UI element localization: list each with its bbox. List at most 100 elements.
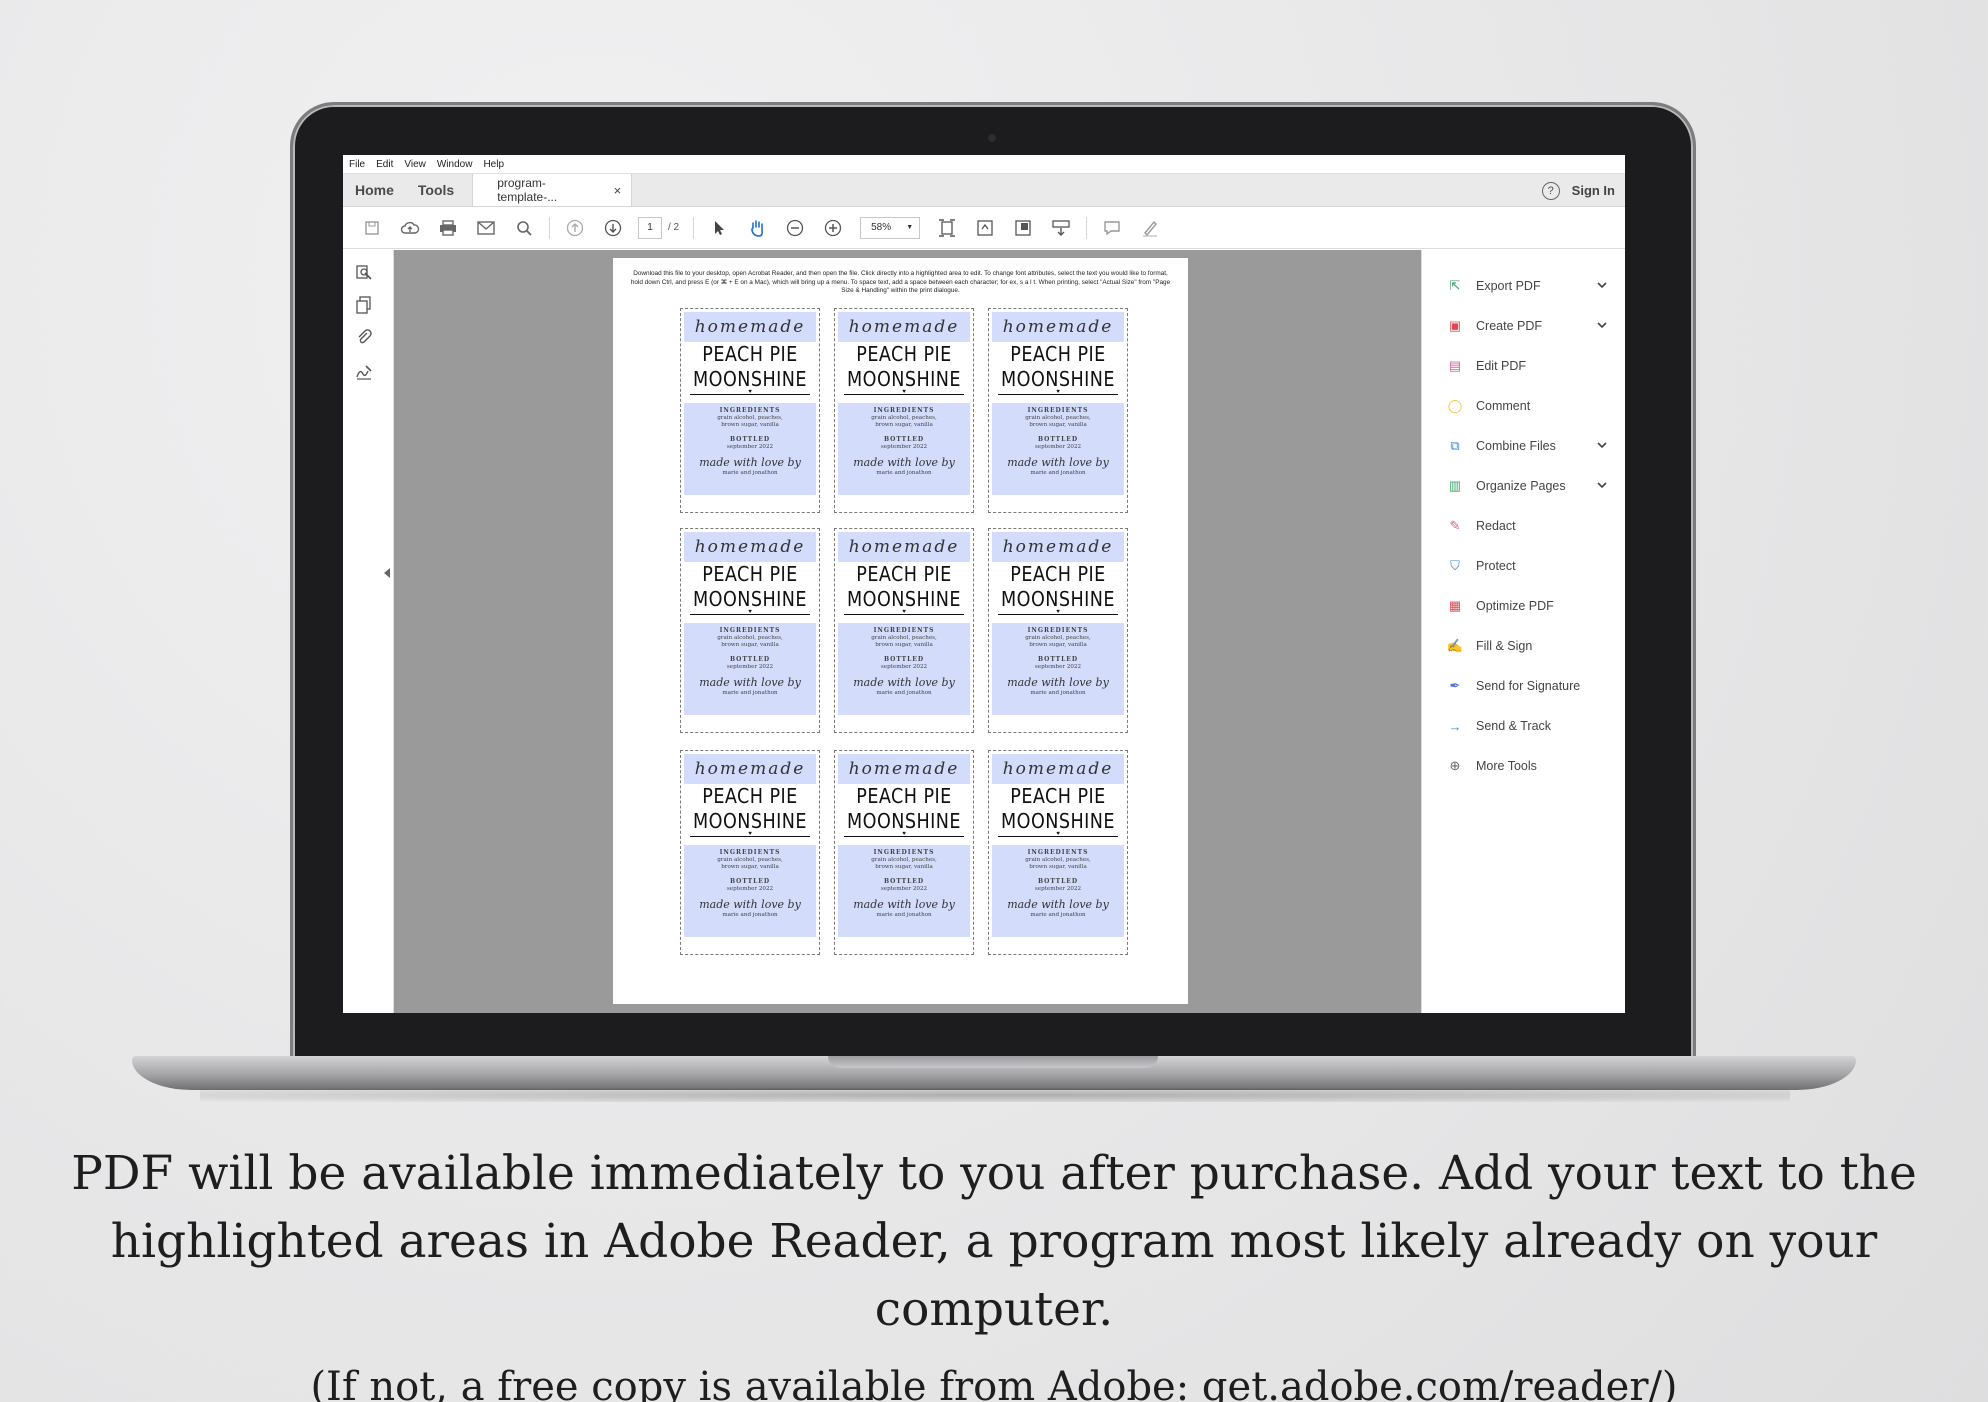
next-page-icon[interactable] [603, 218, 623, 238]
tab-document[interactable]: program-template-... × [472, 174, 633, 206]
save-icon[interactable] [362, 218, 382, 238]
menu-edit[interactable]: Edit [376, 159, 393, 170]
tool-send-for-signature[interactable]: ✒ Send for Signature [1422, 666, 1625, 706]
search-icon[interactable] [514, 218, 534, 238]
select-arrow-icon[interactable] [709, 218, 729, 238]
zoom-in-icon[interactable] [823, 218, 843, 238]
fill-sign-icon: ✍ [1446, 638, 1464, 653]
moonshine-label[interactable]: homemadePEACH PIEMOONSHINEINGREDIENTSgra… [988, 528, 1128, 733]
moonshine-label[interactable]: homemadePEACH PIEMOONSHINEINGREDIENTSgra… [680, 750, 820, 955]
label-details-field[interactable]: INGREDIENTS grain alcohol, peaches, brown … [992, 845, 1124, 937]
label-title-line1[interactable]: PEACH PIE [1000, 784, 1116, 809]
ingredients-heading: INGREDIENTS [1027, 407, 1089, 414]
tool-create-pdf[interactable]: ▣ Create PDF [1422, 306, 1625, 346]
label-script-field[interactable]: homemade [684, 754, 816, 784]
label-script-field[interactable]: homemade [684, 532, 816, 562]
scroll-mode-icon[interactable] [1051, 218, 1071, 238]
label-title-line1[interactable]: PEACH PIE [692, 562, 808, 587]
menu-view[interactable]: View [404, 159, 426, 170]
zoom-out-icon[interactable] [785, 218, 805, 238]
full-screen-icon[interactable] [1013, 218, 1033, 238]
tool-combine-files[interactable]: ⧉ Combine Files [1422, 426, 1625, 466]
moonshine-label[interactable]: homemadePEACH PIEMOONSHINEINGREDIENTSgra… [988, 750, 1128, 955]
print-icon[interactable] [438, 218, 458, 238]
label-script-field[interactable]: homemade [684, 312, 816, 342]
tool-edit-pdf[interactable]: ▤ Edit PDF [1422, 346, 1625, 386]
chevron-down-icon[interactable] [1597, 440, 1607, 452]
tool-organize-pages[interactable]: ▥ Organize Pages [1422, 466, 1625, 506]
tool-protect[interactable]: ⛉ Protect [1422, 546, 1625, 586]
zoom-select[interactable]: 58% ▼ [860, 216, 921, 239]
page-thumbnails-icon[interactable] [353, 262, 375, 284]
send-for-signature-icon: ✒ [1449, 678, 1461, 693]
label-title-line1[interactable]: PEACH PIE [1000, 562, 1116, 587]
cloud-upload-icon[interactable] [400, 218, 420, 238]
label-signature: made with love by [699, 898, 801, 911]
label-names: marie and jonathon [1030, 690, 1086, 696]
moonshine-label[interactable]: homemadePEACH PIEMOONSHINEINGREDIENTSgra… [680, 528, 820, 733]
ingredients-line: grain alcohol, peaches, [871, 635, 937, 641]
chevron-down-icon[interactable] [1597, 480, 1607, 492]
email-icon[interactable] [476, 218, 496, 238]
label-details-field[interactable]: INGREDIENTS grain alcohol, peaches, brown … [684, 403, 816, 495]
menu-help[interactable]: Help [483, 159, 504, 170]
label-title-line1[interactable]: PEACH PIE [1000, 342, 1116, 367]
tool-send-track[interactable]: → Send & Track [1422, 706, 1625, 746]
collapse-panel-icon[interactable] [384, 568, 390, 578]
label-title-line1[interactable]: PEACH PIE [692, 784, 808, 809]
label-details-field[interactable]: INGREDIENTS grain alcohol, peaches, brown … [684, 623, 816, 715]
moonshine-label[interactable]: homemadePEACH PIEMOONSHINEINGREDIENTSgra… [680, 308, 820, 513]
rotate-view-icon[interactable] [975, 218, 995, 238]
ingredients-line: brown sugar, vanilla [721, 422, 779, 428]
previous-page-icon[interactable] [565, 218, 585, 238]
menu-file[interactable]: File [349, 159, 365, 170]
optimize-pdf-icon: ▦ [1448, 598, 1462, 613]
pages-icon[interactable] [353, 294, 375, 316]
label-script-field[interactable]: homemade [838, 532, 970, 562]
pdf-page: Download this file to your desktop, open… [613, 258, 1188, 1004]
moonshine-label[interactable]: homemadePEACH PIEMOONSHINEINGREDIENTSgra… [834, 750, 974, 955]
label-script-field[interactable]: homemade [992, 532, 1124, 562]
label-title-line1[interactable]: PEACH PIE [846, 342, 962, 367]
label-details-field[interactable]: INGREDIENTS grain alcohol, peaches, brown … [838, 845, 970, 937]
attachment-icon[interactable] [353, 326, 375, 348]
label-title-line1[interactable]: PEACH PIE [846, 784, 962, 809]
label-details-field[interactable]: INGREDIENTS grain alcohol, peaches, brown … [684, 845, 816, 937]
chevron-down-icon[interactable] [1597, 320, 1607, 332]
moonshine-label[interactable]: homemadePEACH PIEMOONSHINEINGREDIENTSgra… [834, 528, 974, 733]
tab-home[interactable]: Home [343, 174, 406, 206]
tool-more-tools[interactable]: ⊕ More Tools [1422, 746, 1625, 786]
chevron-down-icon[interactable] [1597, 280, 1607, 292]
label-script-field[interactable]: homemade [992, 754, 1124, 784]
tool-fill-sign[interactable]: ✍ Fill & Sign [1422, 626, 1625, 666]
moonshine-label[interactable]: homemadePEACH PIEMOONSHINEINGREDIENTSgra… [834, 308, 974, 513]
hand-tool-icon[interactable] [747, 218, 767, 238]
tool-comment[interactable]: ◯ Comment [1422, 386, 1625, 426]
tool-optimize-pdf[interactable]: ▦ Optimize PDF [1422, 586, 1625, 626]
label-details-field[interactable]: INGREDIENTS grain alcohol, peaches, brown … [838, 403, 970, 495]
label-details-field[interactable]: INGREDIENTS grain alcohol, peaches, brown … [992, 623, 1124, 715]
label-divider [998, 614, 1118, 615]
signature-icon[interactable] [353, 360, 375, 382]
label-title-line1[interactable]: PEACH PIE [846, 562, 962, 587]
highlight-pen-icon[interactable] [1140, 218, 1160, 238]
fit-page-icon[interactable] [937, 218, 957, 238]
sign-in-button[interactable]: Sign In [1572, 183, 1615, 198]
moonshine-label[interactable]: homemadePEACH PIEMOONSHINEINGREDIENTSgra… [988, 308, 1128, 513]
tool-export-pdf[interactable]: ⇱ Export PDF [1422, 266, 1625, 306]
close-icon[interactable]: × [614, 183, 622, 198]
tool-redact[interactable]: ✎ Redact [1422, 506, 1625, 546]
comment-toolbar-icon[interactable] [1102, 218, 1122, 238]
menu-window[interactable]: Window [437, 159, 473, 170]
tab-tools[interactable]: Tools [406, 174, 466, 206]
page-number-input[interactable]: 1 [638, 216, 662, 239]
label-details-field[interactable]: INGREDIENTS grain alcohol, peaches, brown … [992, 403, 1124, 495]
label-script-field[interactable]: homemade [992, 312, 1124, 342]
label-script-field[interactable]: homemade [838, 754, 970, 784]
label-title-line1[interactable]: PEACH PIE [692, 342, 808, 367]
label-details-field[interactable]: INGREDIENTS grain alcohol, peaches, brown … [838, 623, 970, 715]
label-script-field[interactable]: homemade [838, 312, 970, 342]
ingredients-line: grain alcohol, peaches, [717, 415, 783, 421]
bottled-date: september 2022 [1034, 444, 1082, 450]
help-icon[interactable]: ? [1541, 181, 1560, 200]
